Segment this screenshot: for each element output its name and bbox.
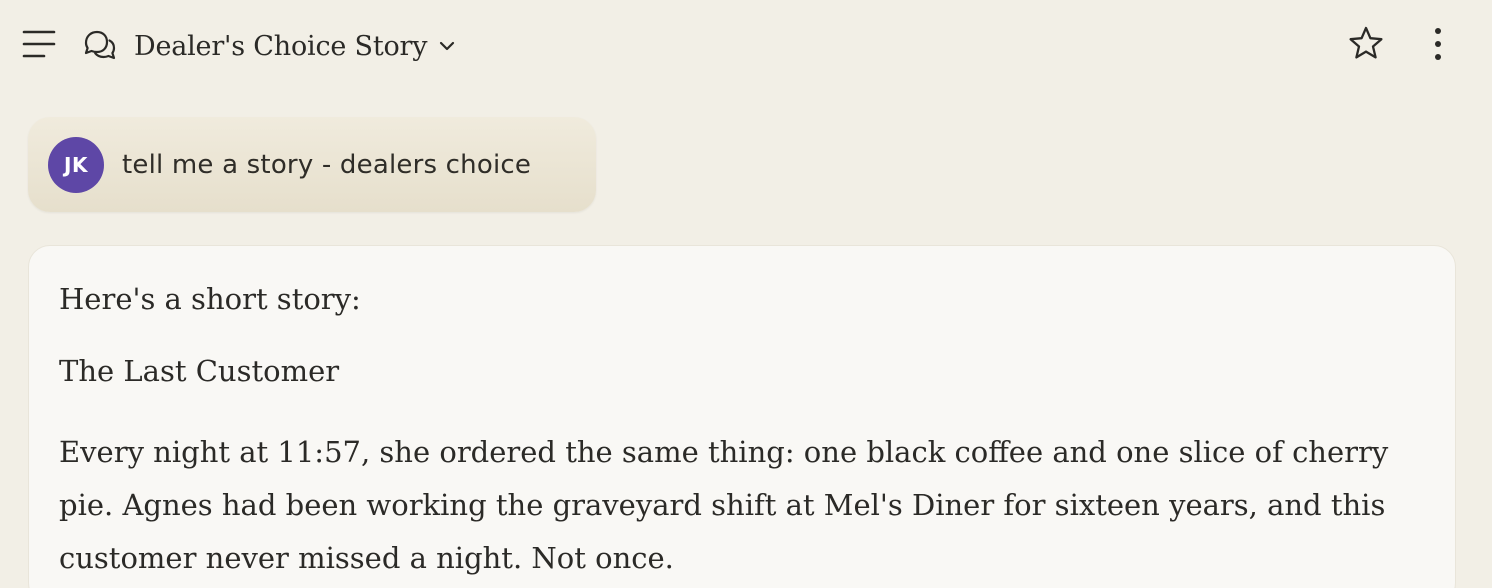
star-button[interactable] [1346, 24, 1386, 64]
top-bar: Dealer's Choice Story [0, 0, 1492, 90]
avatar: JK [48, 136, 104, 193]
menu-button[interactable] [22, 28, 58, 60]
hamburger-icon [22, 30, 56, 58]
more-options-button[interactable] [1420, 24, 1456, 64]
chat-title: Dealer's Choice Story [134, 30, 428, 62]
user-message-text: tell me a story - dealers choice [122, 149, 532, 180]
story-paragraph: Every night at 11:57, she ordered the sa… [59, 435, 1389, 575]
star-icon [1349, 26, 1383, 59]
assistant-message: Here's a short story: The Last Customer … [28, 245, 1456, 588]
chevron-down-icon [440, 41, 455, 51]
story-title: The Last Customer [59, 354, 340, 388]
user-message: JK tell me a story - dealers choice [28, 117, 596, 212]
vertical-dots-icon [1435, 28, 1441, 60]
reply-intro: Here's a short story: [59, 282, 361, 316]
chat-bubbles-icon [82, 28, 118, 64]
chat-title-dropdown[interactable]: Dealer's Choice Story [134, 26, 457, 66]
